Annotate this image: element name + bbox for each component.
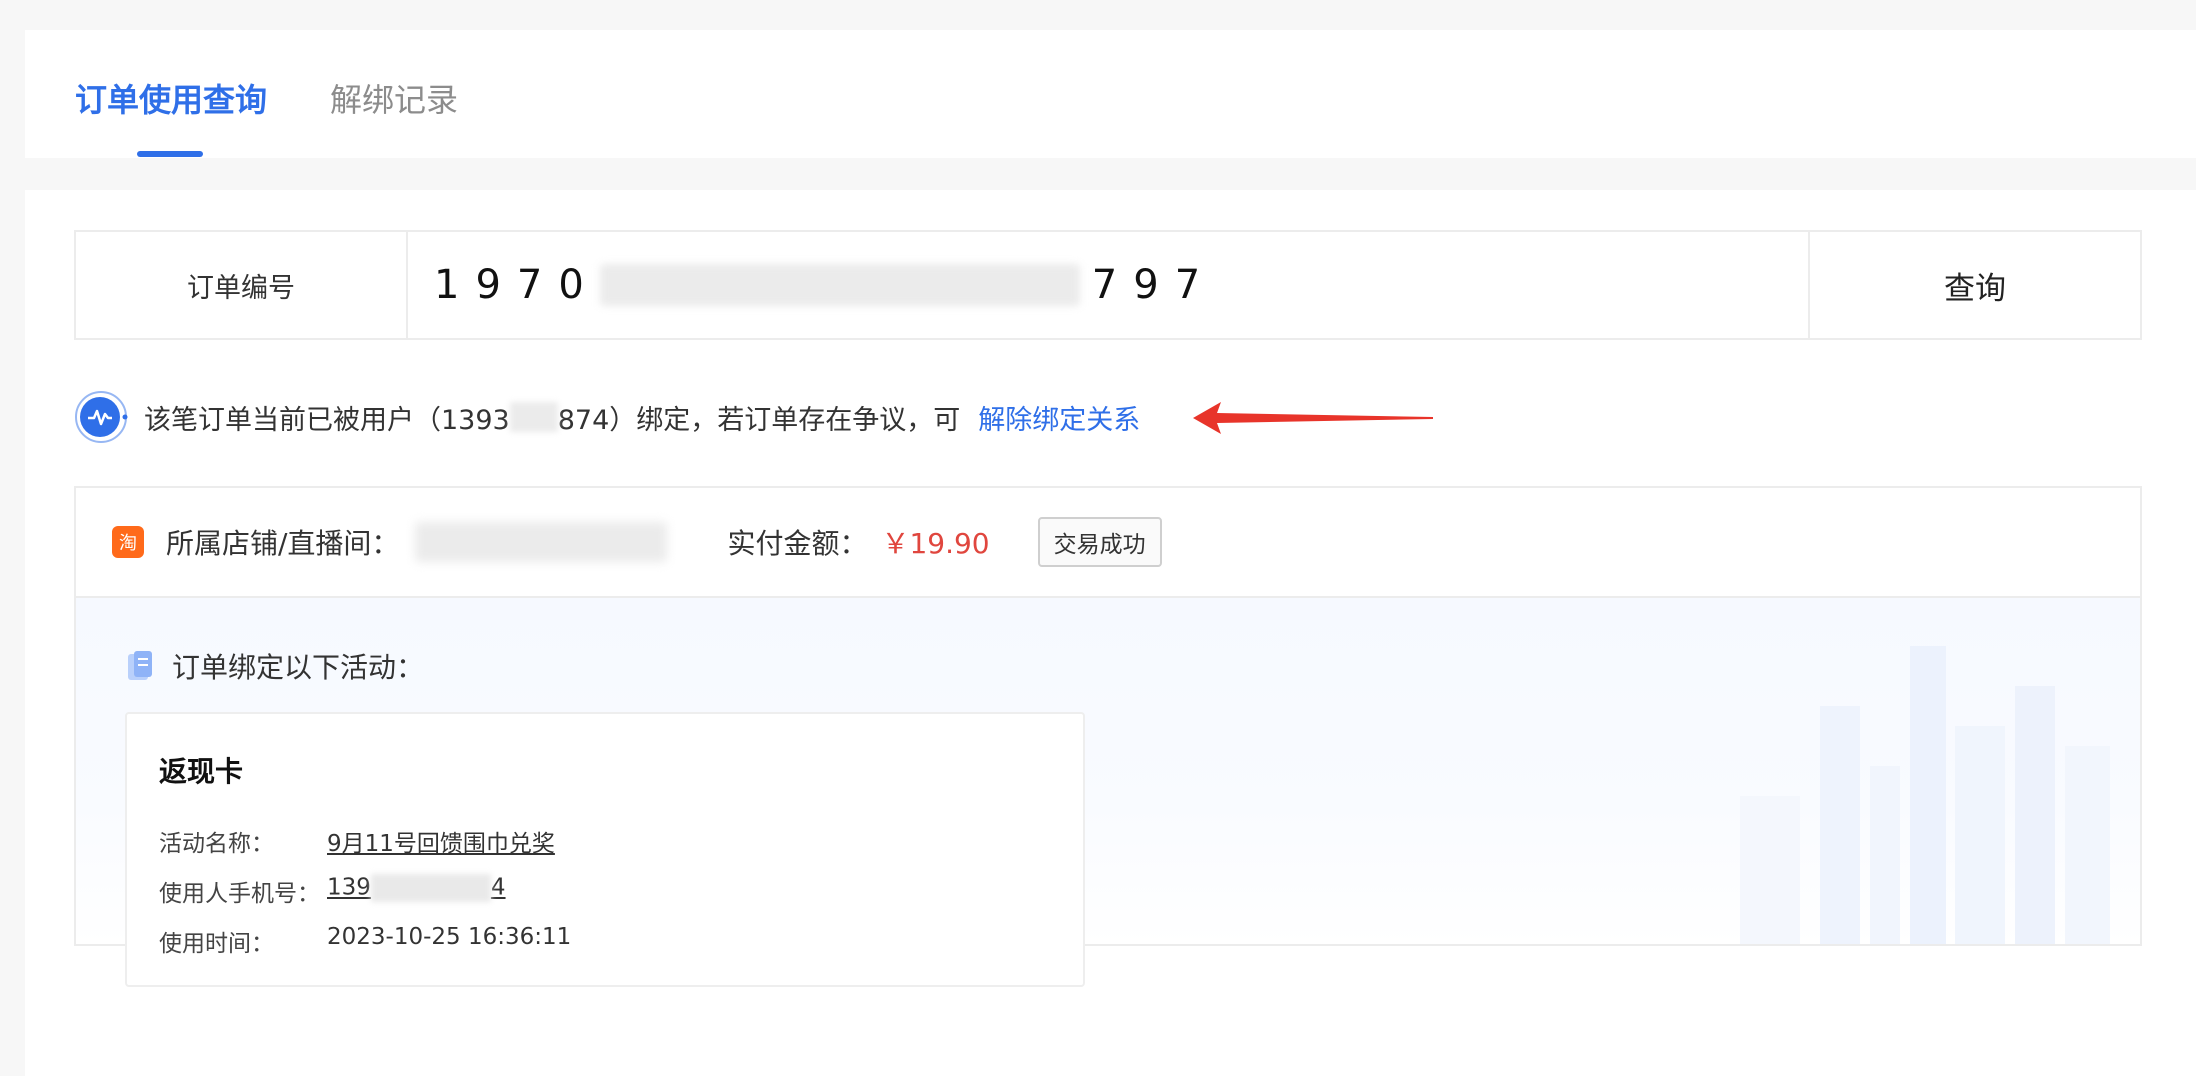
activity-name-value[interactable]: 9月11号回馈围巾兑奖 [327, 824, 555, 858]
active-tab-indicator [137, 151, 203, 157]
pulse-icon [75, 391, 128, 443]
activity-name-row: 活动名称： 9月11号回馈围巾兑奖 [159, 824, 555, 858]
phone-value[interactable]: 139 4 [327, 874, 506, 908]
order-number-field[interactable]: 1970 797 [408, 232, 1808, 338]
notice-phone-redacted [509, 402, 558, 432]
order-header: 淘 所属店铺/直播间： 实付金额： ￥19.90 交易成功 [76, 488, 2140, 598]
usage-time-key: 使用时间： [159, 931, 274, 957]
amount-label: 实付金额： [727, 527, 868, 560]
phone-redacted [370, 874, 491, 902]
binding-notice: 该笔订单当前已被用户（1393 874）绑定，若订单存在争议，可 解除绑定关系 [74, 390, 1140, 444]
activity-name-key: 活动名称： [159, 831, 274, 857]
order-number-redacted [599, 264, 1080, 306]
tabs-bar: 订单使用查询 解绑记录 [25, 30, 2196, 158]
shop-label: 所属店铺/直播间： [166, 527, 400, 560]
binding-title: 订单绑定以下活动： [126, 646, 424, 686]
phone-key: 使用人手机号： [159, 881, 320, 907]
card-title: 返现卡 [159, 755, 244, 788]
order-number-suffix: 797 [1091, 262, 1217, 308]
notice-text-before: 该笔订单当前已被用户（1393 [144, 404, 510, 436]
tab-order-usage-query[interactable]: 订单使用查询 [75, 76, 267, 124]
phone-suffix: 4 [490, 874, 506, 901]
document-icon [128, 651, 152, 680]
usage-time-value: 2023-10-25 16:36:11 [327, 924, 572, 950]
tab-unbind-records[interactable]: 解绑记录 [330, 76, 458, 124]
order-search-bar: 订单编号 1970 797 查询 [74, 230, 2142, 340]
usage-time-row: 使用时间： 2023-10-25 16:36:11 [159, 924, 571, 958]
phone-prefix: 139 [327, 874, 371, 901]
binding-title-text: 订单绑定以下活动： [172, 651, 425, 684]
order-number-label: 订单编号 [76, 232, 408, 338]
activity-card: 返现卡 活动名称： 9月11号回馈围巾兑奖 使用人手机号： 139 4 使用时间：… [125, 712, 1085, 987]
status-badge: 交易成功 [1037, 517, 1162, 567]
order-number-prefix: 1970 [434, 262, 600, 308]
notice-text-after: 874）绑定，若订单存在争议，可 [557, 404, 961, 436]
phone-row: 使用人手机号： 139 4 [159, 874, 506, 908]
red-arrow-annotation [1193, 402, 1433, 434]
query-button[interactable]: 查询 [1808, 232, 2140, 338]
city-skyline-decoration [1740, 646, 2110, 944]
unbind-link[interactable]: 解除绑定关系 [978, 398, 1140, 437]
amount-value: ￥19.90 [881, 527, 990, 560]
shop-name-redacted [415, 522, 668, 562]
taobao-icon: 淘 [112, 526, 144, 558]
